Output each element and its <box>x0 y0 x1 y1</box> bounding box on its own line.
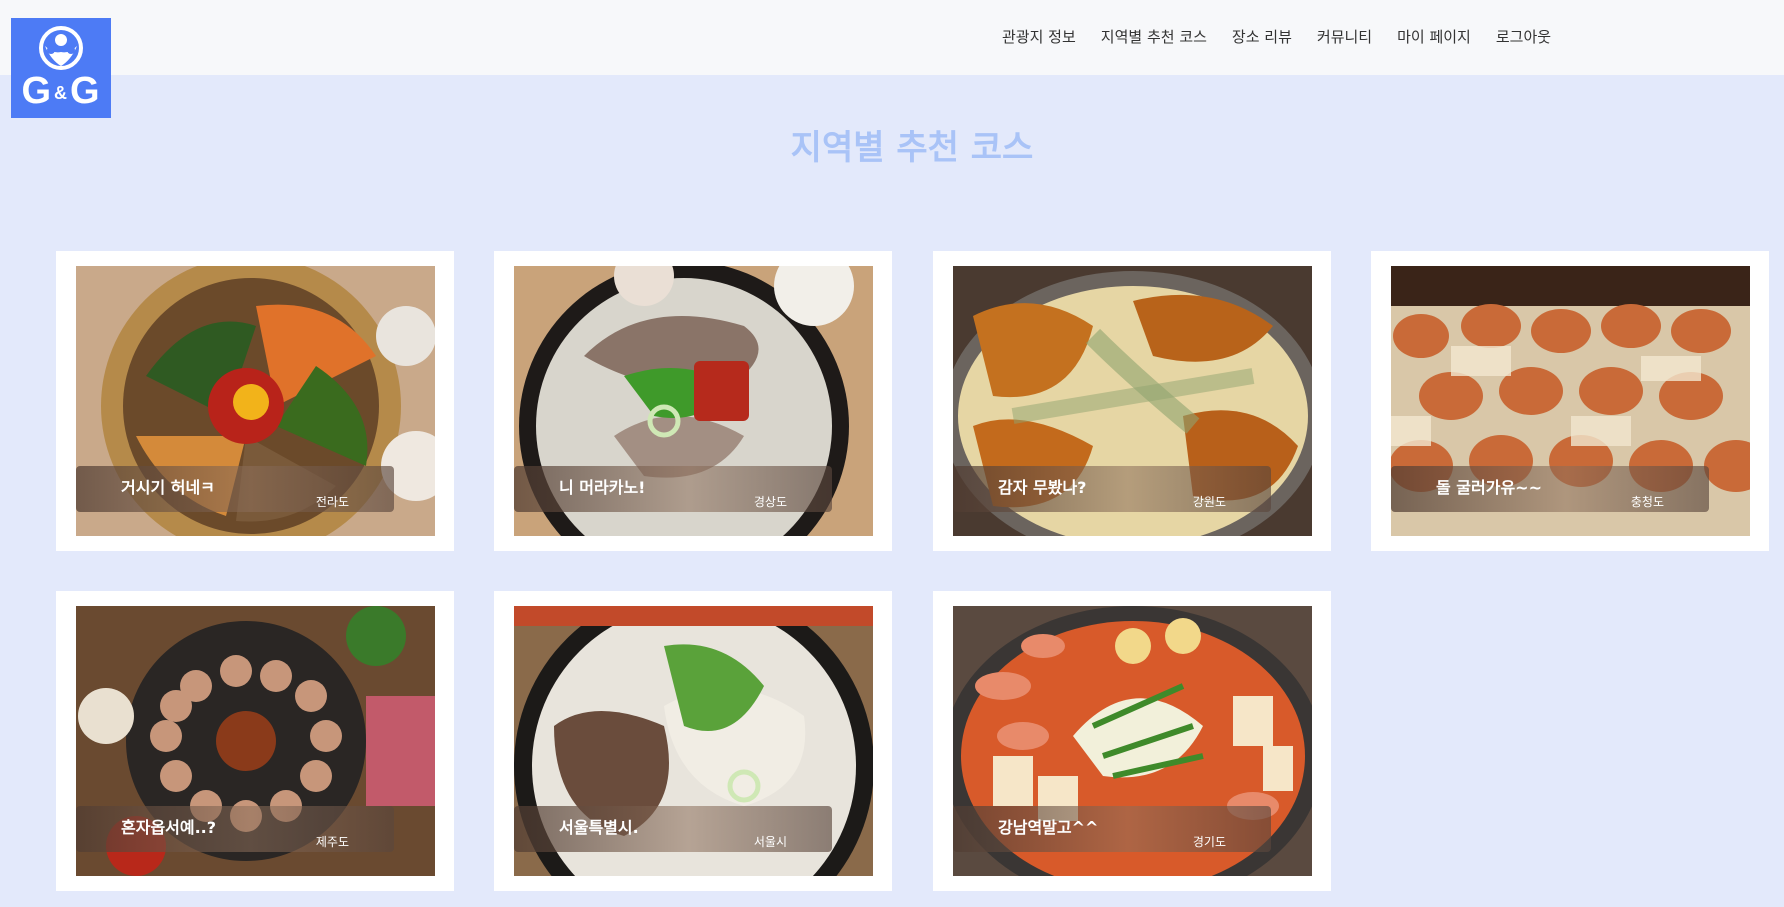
card-region: 서울시 <box>753 835 787 849</box>
nav-place-review[interactable]: 장소 리뷰 <box>1232 26 1292 47</box>
course-card-gyeonggi[interactable]: 강남역말고^^ 경기도 <box>933 591 1331 891</box>
course-card-seoul[interactable]: 서울특별시. 서울시 <box>494 591 892 891</box>
card-title: 거시기 허네ㅋ <box>121 478 215 497</box>
page-title: 지역별 추천 코스 <box>790 128 1034 168</box>
course-card-gyeongsang[interactable]: 니 머라카노! 경상도 <box>494 251 892 551</box>
card-region: 경상도 <box>753 495 787 509</box>
nav-community[interactable]: 커뮤니티 <box>1317 26 1372 47</box>
card-title: 서울특별시. <box>559 818 639 837</box>
site-logo[interactable]: G &G <box>11 18 111 118</box>
card-title: 돌 굴러가유~~ <box>1436 478 1542 497</box>
card-region: 경기도 <box>1192 835 1226 849</box>
card-region: 전라도 <box>315 495 349 509</box>
course-card-chungcheong[interactable]: 돌 굴러가유~~ 충청도 <box>1371 251 1769 551</box>
main-nav: 관광지 정보 지역별 추천 코스 장소 리뷰 커뮤니티 마이 페이지 로그아웃 <box>1002 26 1576 47</box>
card-title: 감자 무봤나? <box>998 478 1087 497</box>
card-region: 충청도 <box>1630 495 1664 509</box>
nav-my-page[interactable]: 마이 페이지 <box>1397 26 1471 47</box>
card-caption: 감자 무봤나? 강원도 <box>953 466 1271 512</box>
card-region: 강원도 <box>1192 495 1226 509</box>
nav-regional-courses[interactable]: 지역별 추천 코스 <box>1101 26 1207 47</box>
top-header: 관광지 정보 지역별 추천 코스 장소 리뷰 커뮤니티 마이 페이지 로그아웃 <box>0 0 1784 75</box>
card-title: 강남역말고^^ <box>998 818 1099 837</box>
logo-text: G &G <box>21 70 101 112</box>
card-region: 제주도 <box>315 835 349 849</box>
course-card-jeju[interactable]: 혼자옵서예..? 제주도 <box>56 591 454 891</box>
card-title: 혼자옵서예..? <box>121 818 217 837</box>
emblem-icon <box>39 26 83 70</box>
card-caption: 강남역말고^^ 경기도 <box>953 806 1271 852</box>
card-caption: 혼자옵서예..? 제주도 <box>76 806 394 852</box>
card-caption: 거시기 허네ㅋ 전라도 <box>76 466 394 512</box>
course-card-jeolla[interactable]: 거시기 허네ㅋ 전라도 <box>56 251 454 551</box>
card-caption: 돌 굴러가유~~ 충청도 <box>1391 466 1709 512</box>
card-title: 니 머라카노! <box>559 478 646 497</box>
nav-logout[interactable]: 로그아웃 <box>1496 26 1551 47</box>
nav-tourist-info[interactable]: 관광지 정보 <box>1002 26 1076 47</box>
card-caption: 니 머라카노! 경상도 <box>514 466 832 512</box>
card-caption: 서울특별시. 서울시 <box>514 806 832 852</box>
course-card-gangwon[interactable]: 감자 무봤나? 강원도 <box>933 251 1331 551</box>
